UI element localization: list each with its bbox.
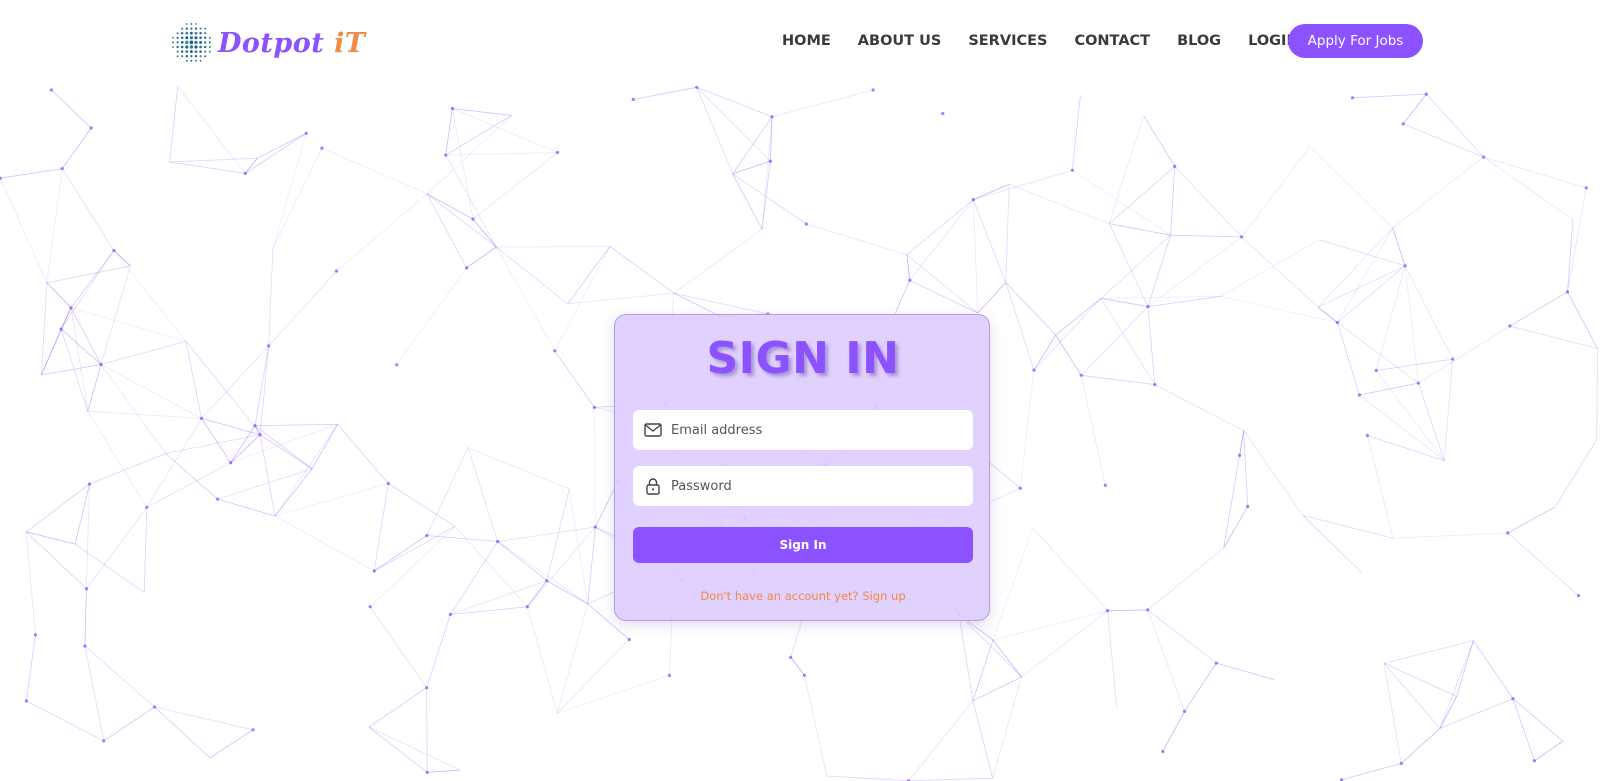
signup-link[interactable]: Don't have an account yet? Sign up [615, 589, 991, 603]
lock-icon [646, 478, 660, 495]
page: Dotpot iT HOME ABOUT US SERVICES CONTACT… [0, 0, 1600, 781]
signin-title: SIGN IN [706, 333, 900, 384]
main-nav: HOME ABOUT US SERVICES CONTACT BLOG LOGI… [782, 24, 1326, 58]
nav-contact[interactable]: CONTACT [1074, 33, 1150, 49]
password-field[interactable] [633, 466, 973, 506]
password-input[interactable] [671, 471, 961, 501]
logo-text: Dotpot iT [218, 28, 366, 59]
signin-card: SIGN IN Sign In Don't have an account ye… [614, 314, 990, 621]
envelope-icon [644, 423, 662, 437]
email-input[interactable] [671, 415, 961, 445]
globe-dots-icon [172, 23, 211, 62]
logo-text-it: iT [334, 27, 366, 59]
signin-button[interactable]: Sign In [633, 527, 973, 563]
site-header: Dotpot iT HOME ABOUT US SERVICES CONTACT… [0, 0, 1600, 82]
nav-home[interactable]: HOME [782, 33, 831, 49]
nav-services[interactable]: SERVICES [968, 33, 1047, 49]
logo-text-dotpot: Dotpot [218, 27, 335, 59]
email-field[interactable] [633, 410, 973, 450]
nav-about-us[interactable]: ABOUT US [858, 33, 942, 49]
logo[interactable]: Dotpot iT [170, 20, 366, 66]
nav-blog[interactable]: BLOG [1177, 33, 1221, 49]
apply-for-jobs-button[interactable]: Apply For Jobs [1288, 24, 1423, 58]
